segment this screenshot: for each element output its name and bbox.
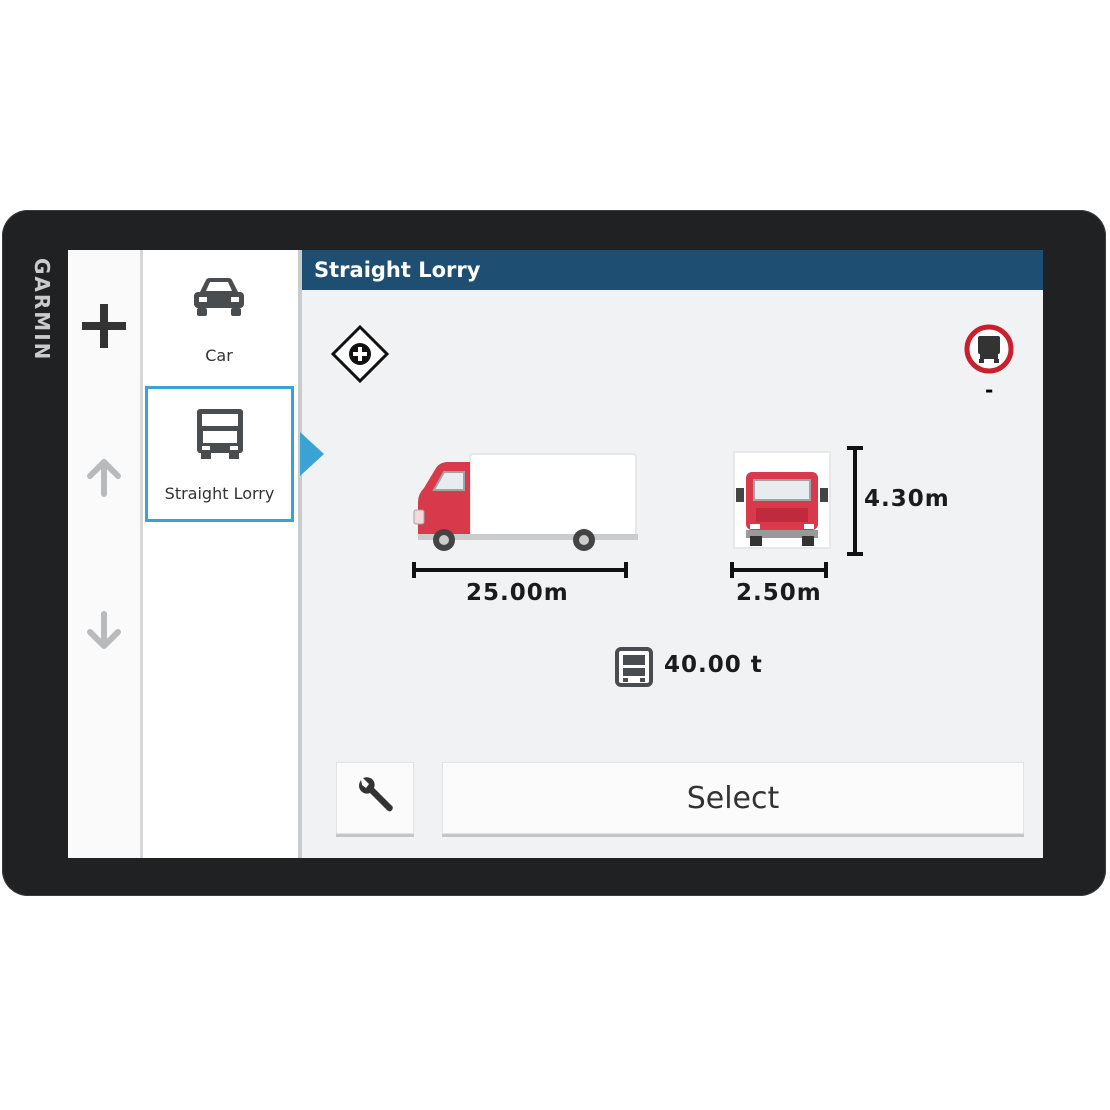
width-dimension-line xyxy=(730,562,828,578)
page-title: Straight Lorry xyxy=(302,250,1043,290)
height-value: 4.30m xyxy=(864,486,950,512)
settings-button[interactable] xyxy=(336,762,414,834)
select-button-label: Select xyxy=(686,780,780,816)
brand-logo: GARMIN xyxy=(30,258,54,362)
arrow-down-icon xyxy=(82,608,126,656)
weight-value: 40.00 t xyxy=(664,652,763,678)
car-icon xyxy=(190,274,248,324)
lorry-side-view-icon xyxy=(412,450,642,559)
profile-item-car[interactable]: Car xyxy=(147,254,291,384)
profile-label: Straight Lorry xyxy=(164,483,275,503)
length-dimension-line xyxy=(412,562,628,578)
lorry-icon xyxy=(193,406,247,464)
scroll-up-button[interactable] xyxy=(76,452,132,508)
vehicle-profile-list: Car Straight Lorry xyxy=(143,250,302,858)
vehicle-details-panel: - 25.00m 2.50m 4.30m 40.00 t Select xyxy=(302,290,1043,858)
hazmat-icon[interactable] xyxy=(330,324,390,388)
profile-label: Car xyxy=(205,345,233,365)
width-value: 2.50m xyxy=(736,580,822,606)
add-profile-button[interactable] xyxy=(76,300,132,356)
screen: Car Straight Lorry Straight Lorry - 25.0… xyxy=(68,250,1043,858)
arrow-up-icon xyxy=(82,456,126,504)
plus-icon xyxy=(79,301,129,355)
profile-item-straight-lorry[interactable]: Straight Lorry xyxy=(145,386,294,522)
restriction-value: - xyxy=(985,378,994,402)
length-value: 25.00m xyxy=(466,580,569,606)
control-column xyxy=(68,250,143,858)
scroll-down-button[interactable] xyxy=(76,604,132,660)
wrench-icon xyxy=(353,774,397,822)
weight-icon xyxy=(614,646,654,692)
select-button[interactable]: Select xyxy=(442,762,1024,834)
restriction-sign-icon[interactable] xyxy=(964,324,1014,378)
lorry-front-view-icon xyxy=(732,450,832,559)
height-dimension-line xyxy=(847,446,863,556)
